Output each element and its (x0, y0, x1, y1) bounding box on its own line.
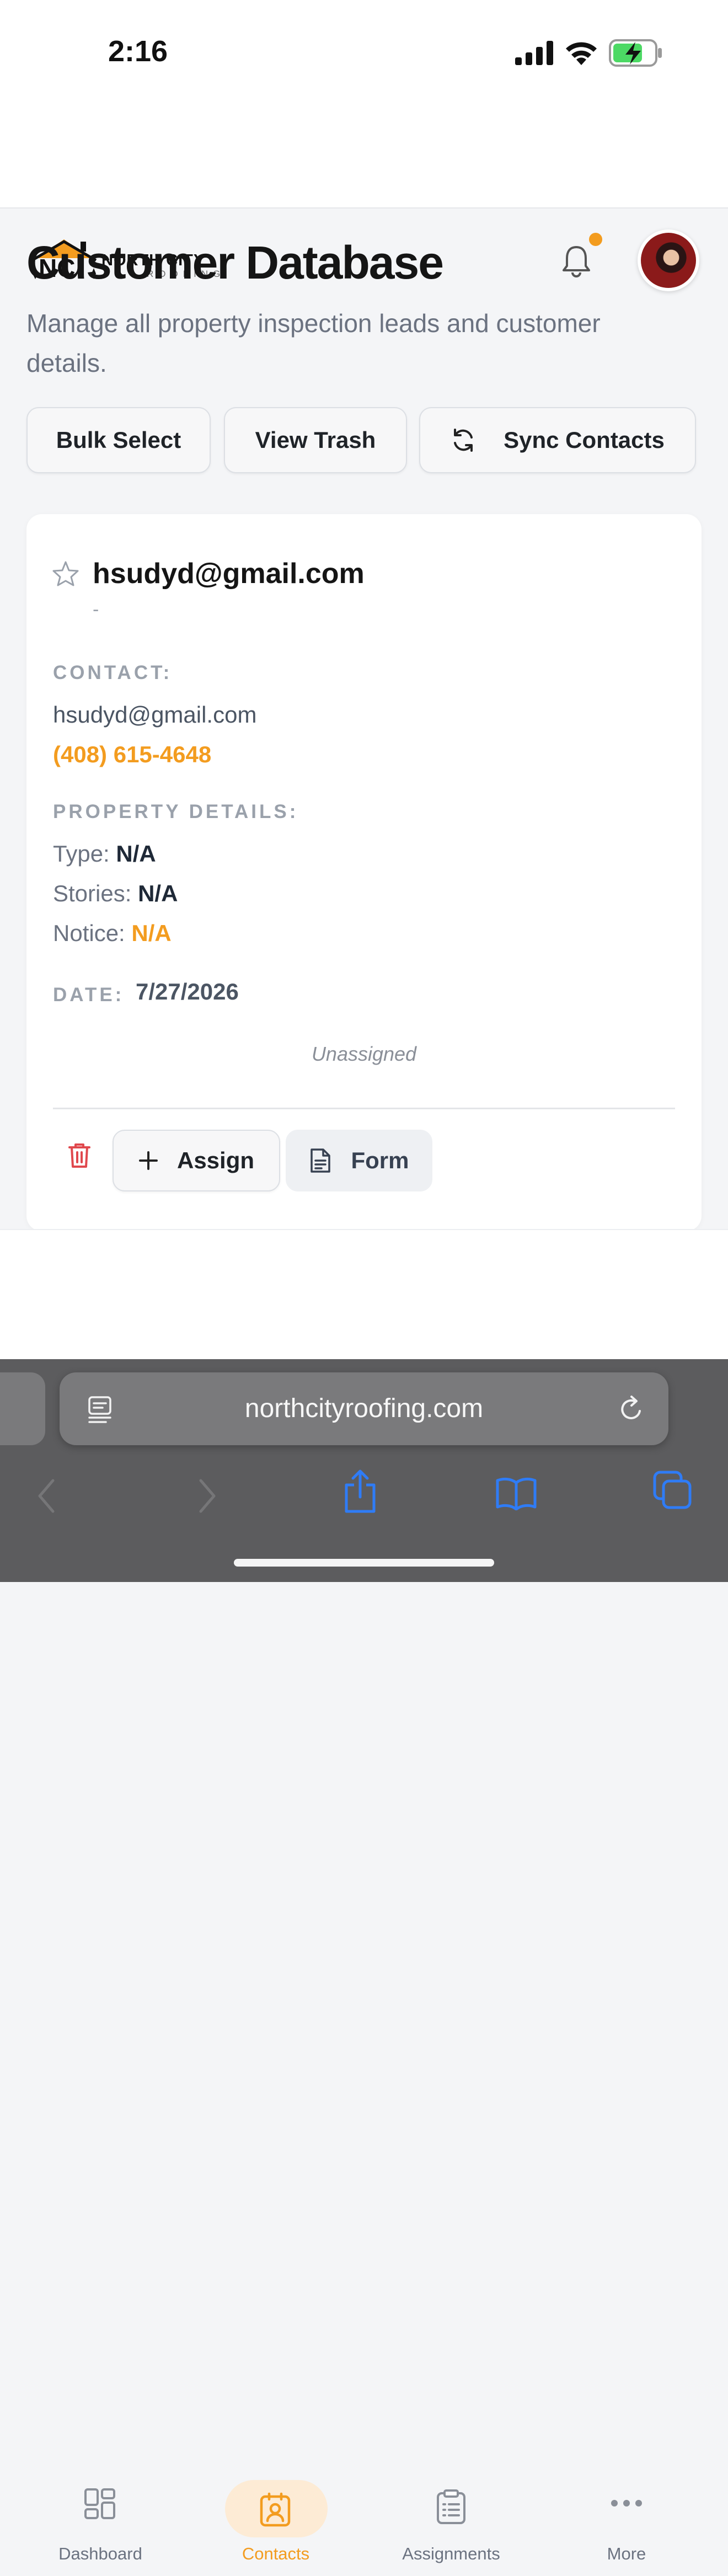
battery-charging-icon (609, 39, 662, 67)
property-type-row: Type: N/A (53, 841, 156, 867)
stories-label: Stories: (53, 880, 132, 906)
contact-card-icon (260, 2492, 291, 2527)
clipboard-icon (437, 2489, 465, 2524)
address-bar[interactable]: northcityroofing.com (60, 1372, 668, 1445)
property-stories-row: Stories: N/A (53, 880, 178, 907)
page-subtitle: Manage all property inspection leads and… (26, 309, 601, 377)
notice-value: N/A (131, 920, 172, 946)
customer-card (26, 514, 702, 1231)
assign-label: Assign (176, 1147, 255, 1173)
home-indicator (234, 1559, 494, 1567)
wifi-icon (566, 42, 597, 65)
nav-item-contacts[interactable]: Contacts (210, 2480, 342, 2576)
contact-phone[interactable]: (408) 615-4648 (53, 741, 211, 768)
browser-chrome: northcityroofing.com (0, 1359, 728, 1582)
date-value: 7/27/2026 (136, 979, 239, 1004)
page-title: Customer Database (26, 237, 444, 288)
form-button[interactable]: Form (286, 1130, 432, 1191)
nav-item-dashboard[interactable]: Dashboard (34, 2482, 167, 2576)
type-value: N/A (116, 841, 156, 867)
user-avatar[interactable] (638, 229, 699, 291)
assignee-status: Unassigned (311, 1043, 417, 1065)
more-dots-icon (611, 2500, 642, 2506)
contact-email[interactable]: hsudyd@gmail.com (53, 702, 256, 728)
nav-label-assignments: Assignments (402, 2544, 500, 2563)
sync-contacts-label: Sync Contacts (504, 427, 665, 453)
type-label: Type: (53, 841, 110, 867)
nav-label-contacts: Contacts (242, 2544, 310, 2563)
favorite-star-icon[interactable] (52, 560, 79, 587)
url-text: northcityroofing.com (244, 1394, 484, 1423)
property-notice-row: Notice: N/A (53, 920, 172, 947)
bottom-navigation: Dashboard Contacts Assignments More (0, 1229, 728, 2563)
customer-name: hsudyd@gmail.com (93, 558, 365, 590)
document-icon (310, 1148, 330, 1173)
stories-value: N/A (138, 880, 178, 906)
back-arrow-icon[interactable] (36, 1478, 56, 1514)
notice-label: Notice: (53, 920, 125, 946)
nav-item-more[interactable]: More (560, 2482, 693, 2576)
nav-item-assignments[interactable]: Assignments (385, 2482, 517, 2576)
notification-bell-icon[interactable] (560, 244, 592, 278)
view-trash-button[interactable]: View Trash (224, 407, 407, 473)
app-header: NC NORTH CITY ROOFING (0, 105, 728, 291)
notification-dot (589, 233, 602, 246)
date-label: DATE: (53, 984, 125, 1006)
reload-icon[interactable] (618, 1394, 645, 1423)
delete-trash-icon[interactable] (67, 1142, 92, 1169)
dashboard-grid-icon (84, 2488, 115, 2519)
forward-arrow-icon[interactable] (197, 1478, 217, 1514)
contact-label: CONTACT: (53, 662, 173, 683)
property-details-label: PROPERTY DETAILS: (53, 801, 299, 822)
bulk-select-label: Bulk Select (56, 427, 181, 453)
card-divider (53, 1108, 675, 1109)
status-time: 2:16 (108, 35, 168, 68)
share-icon[interactable] (343, 1469, 377, 1514)
sync-contacts-button[interactable]: Sync Contacts (419, 407, 696, 473)
view-trash-label: View Trash (255, 427, 376, 453)
cellular-signal-icon (515, 41, 553, 65)
bookmarks-book-icon[interactable] (495, 1477, 537, 1510)
bulk-select-button[interactable]: Bulk Select (26, 407, 211, 473)
status-bar: 2:16 (0, 0, 728, 105)
plus-icon (138, 1151, 158, 1170)
nav-label-dashboard: Dashboard (58, 2544, 142, 2563)
customer-name-sub: - (93, 599, 99, 620)
assign-button[interactable]: Assign (113, 1130, 280, 1191)
nav-label-more: More (607, 2544, 646, 2563)
tabs-overview-icon[interactable] (653, 1471, 692, 1509)
previous-tab-peek[interactable] (0, 1372, 45, 1445)
form-label: Form (351, 1147, 409, 1173)
sync-refresh-icon (454, 429, 473, 452)
